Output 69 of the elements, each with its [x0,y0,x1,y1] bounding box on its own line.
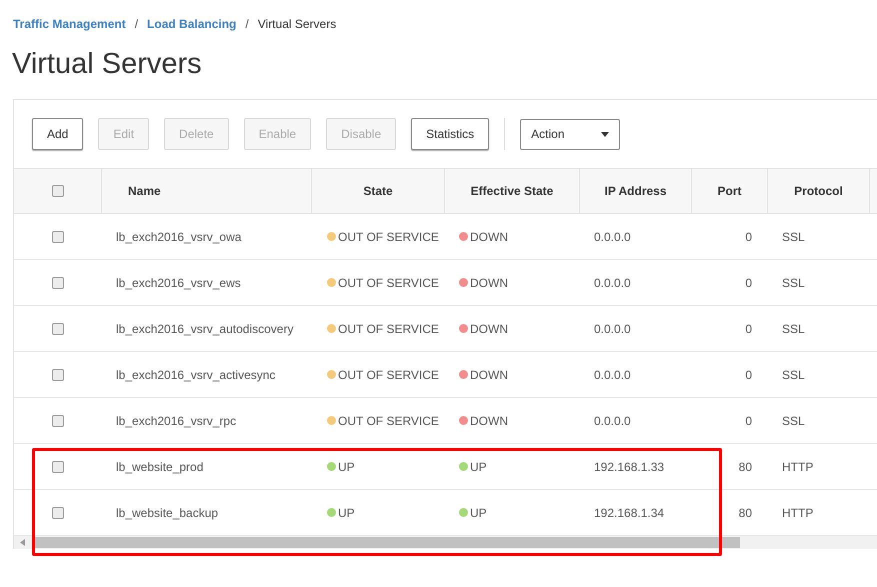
table-cell-text: HTTP [782,458,814,476]
horizontal-scrollbar[interactable] [14,536,877,549]
table-cell-text: 80 [738,458,752,476]
scrollbar-thumb[interactable] [35,537,740,548]
column-header[interactable]: IP Address [604,182,667,200]
column-header[interactable]: Port [718,182,742,200]
table-cell-text: SSL [782,228,805,246]
table-cell-text: 0 [745,274,752,292]
page-title: Virtual Servers [11,47,203,82]
table-cell-text: lb_exch2016_vsrv_ews [116,274,241,292]
status-text: UP [470,458,487,476]
checkbox[interactable] [52,276,64,288]
checkbox[interactable] [52,460,64,472]
table-cell-text: SSL [782,320,805,338]
table-cell-text: lb_exch2016_vsrv_owa [116,228,242,246]
checkbox[interactable] [52,322,64,334]
table-cell-text: 0 [745,320,752,338]
status-text: UP [338,458,355,476]
column-header[interactable]: Protocol [794,182,843,200]
toolbar-button[interactable]: Statistics [411,118,490,150]
column-header[interactable]: State [363,182,393,200]
breadcrumb-separator: / [245,16,249,33]
table-cell-text: SSL [782,366,805,384]
status-text: OUT OF SERVICE [338,320,439,338]
checkbox[interactable] [52,368,64,380]
table-cell-text: 0 [745,366,752,384]
column-header[interactable]: Name [128,182,161,200]
status-text: OUT OF SERVICE [338,412,439,430]
table-cell-text: SSL [782,274,805,292]
table-cell-text: 0.0.0.0 [594,320,631,338]
table-cell-text: lb_exch2016_vsrv_activesync [116,366,276,384]
status-text: DOWN [470,274,508,292]
table-cell-text: 0.0.0.0 [594,274,631,292]
toolbar-button[interactable]: Add [32,118,84,150]
table-cell-text: 80 [738,504,752,522]
status-text: OUT OF SERVICE [338,228,439,246]
table-cell-text: 0.0.0.0 [594,228,631,246]
table-cell-text: lb_exch2016_vsrv_rpc [116,412,236,430]
caret-icon [601,132,610,136]
table-cell-text: 192.168.1.34 [594,504,664,522]
status-text: DOWN [470,228,508,246]
table-cell-text: lb_website_prod [116,458,204,476]
checkbox[interactable] [52,414,64,426]
table-cell-text: SSL [782,412,805,430]
table-cell-text: 0.0.0.0 [594,366,631,384]
table-cell-text: 0.0.0.0 [594,412,631,430]
status-text: UP [470,504,487,522]
scroll-left-icon[interactable] [20,539,25,546]
breadcrumb-link[interactable]: Load Balancing [147,15,236,33]
table-cell-text: 0 [745,228,752,246]
checkbox[interactable] [52,506,64,518]
status-text: DOWN [470,320,508,338]
column-header[interactable]: Effective State [470,182,554,200]
checkbox[interactable] [52,230,64,242]
status-text: OUT OF SERVICE [338,274,439,292]
breadcrumb-current: Virtual Servers [258,16,336,33]
breadcrumb-link[interactable]: Traffic Management [13,15,126,33]
action-dropdown[interactable]: Action [520,118,620,150]
table-cell-text: HTTP [782,504,814,522]
status-text: UP [338,504,355,522]
table-cell-text: 192.168.1.33 [594,458,664,476]
status-text: DOWN [470,366,508,384]
status-text: OUT OF SERVICE [338,366,439,384]
checkbox[interactable] [52,185,64,197]
breadcrumb-separator: / [134,16,138,33]
table-cell-text: lb_website_backup [116,504,218,522]
table-cell-text: 0 [745,412,752,430]
table-cell-text: lb_exch2016_vsrv_autodiscovery [116,320,294,338]
status-text: DOWN [470,412,508,430]
